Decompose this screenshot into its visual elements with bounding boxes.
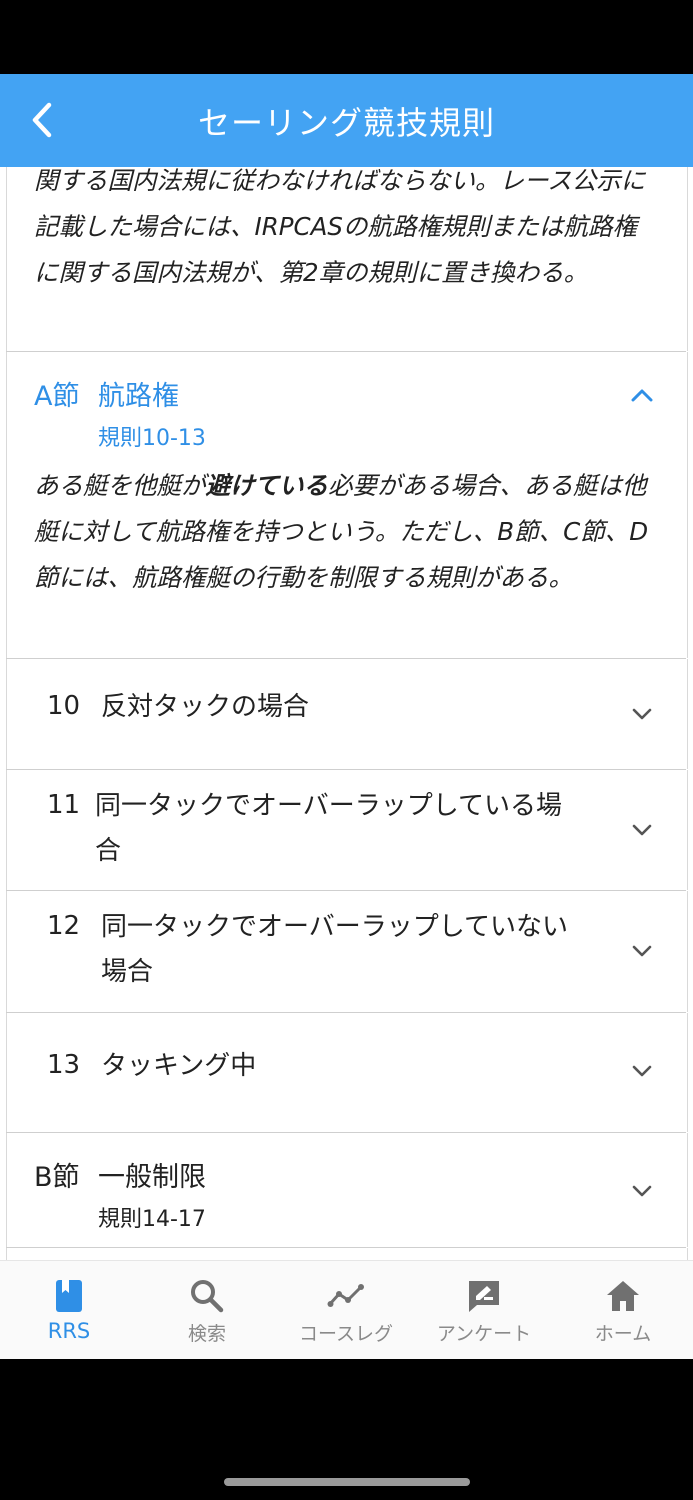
home-indicator[interactable] (224, 1478, 470, 1486)
intro-paragraph: 関する国内法規に従わなければならない。レース公示に記載した場合には、IRPCAS… (34, 167, 646, 287)
chevron-down-icon (632, 824, 652, 836)
rule-item-13[interactable]: 13 タッキング中 (6, 1013, 686, 1132)
rule-item-10[interactable]: 10 反対タックの場合 (6, 659, 686, 769)
app-header: セーリング競技規則 (0, 74, 693, 167)
rule-title: 反対タックの場合 (101, 692, 310, 722)
rule-title: 同一タックでオーバーラップしている場合 (95, 791, 562, 866)
section-letter: A節 (34, 381, 80, 412)
nav-label: アンケート (436, 1323, 532, 1345)
chevron-down-icon (632, 945, 652, 957)
rule-number: 11 (47, 790, 81, 820)
rule-number: 13 (47, 1050, 81, 1080)
course-leg-icon (327, 1284, 364, 1307)
rule-item-11[interactable]: 11 同一タックでオーバーラップしている場合 (6, 770, 686, 890)
chevron-left-icon (32, 102, 52, 138)
chevron-down-icon (632, 708, 652, 720)
nav-item-home[interactable]: ホーム (554, 1261, 692, 1360)
nav-label: 検索 (187, 1323, 226, 1345)
rule-number: 10 (47, 691, 81, 721)
back-button[interactable] (18, 96, 66, 144)
bottom-nav: RRS 検索 コースレグ アンケート ホーム (0, 1260, 693, 1360)
section-b-header[interactable]: B節 一般制限 規則14-17 (6, 1133, 686, 1247)
rule-content[interactable]: 関する国内法規に従わなければならない。レース公示に記載した場合には、IRPCAS… (0, 167, 693, 1260)
survey-icon (469, 1281, 499, 1312)
section-letter: B節 (34, 1162, 80, 1193)
chevron-up-icon (631, 389, 653, 402)
nav-label: RRS (47, 1319, 91, 1343)
rule-number: 12 (47, 911, 81, 941)
nav-label: ホーム (594, 1323, 652, 1345)
nav-item-course-leg[interactable]: コースレグ (277, 1261, 415, 1360)
chevron-down-icon (632, 1185, 652, 1197)
rule-item-12[interactable]: 12 同一タックでオーバーラップしていない場合 (6, 891, 686, 1012)
nav-item-rrs[interactable]: RRS (0, 1261, 138, 1360)
rule-title: 同一タックでオーバーラップしていない場合 (101, 912, 568, 987)
nav-item-survey[interactable]: アンケート (415, 1261, 553, 1360)
status-bar (0, 0, 693, 74)
section-a-description: ある艇を他艇が避けている必要がある場合、ある艇は他艇に対して航路権を持つという。… (34, 463, 659, 601)
page-title: セーリング競技規則 (197, 103, 495, 142)
nav-item-search[interactable]: 検索 (138, 1261, 276, 1360)
home-icon (607, 1281, 639, 1311)
rule-title: タッキング中 (101, 1051, 257, 1081)
nav-label: コースレグ (298, 1323, 394, 1345)
section-range: 規則10-13 (98, 426, 206, 451)
chevron-down-icon (632, 1065, 652, 1077)
section-a-header[interactable]: A節 航路権 規則10-13 (6, 352, 686, 451)
description-emphasis: 避けている (205, 471, 329, 500)
section-name: 一般制限 (98, 1162, 206, 1193)
next-card (6, 1248, 688, 1260)
section-name: 航路権 (98, 381, 179, 412)
search-icon (191, 1280, 224, 1313)
book-icon (56, 1280, 82, 1312)
description-text: ある艇を他艇が (34, 471, 206, 500)
section-range: 規則14-17 (98, 1207, 206, 1232)
